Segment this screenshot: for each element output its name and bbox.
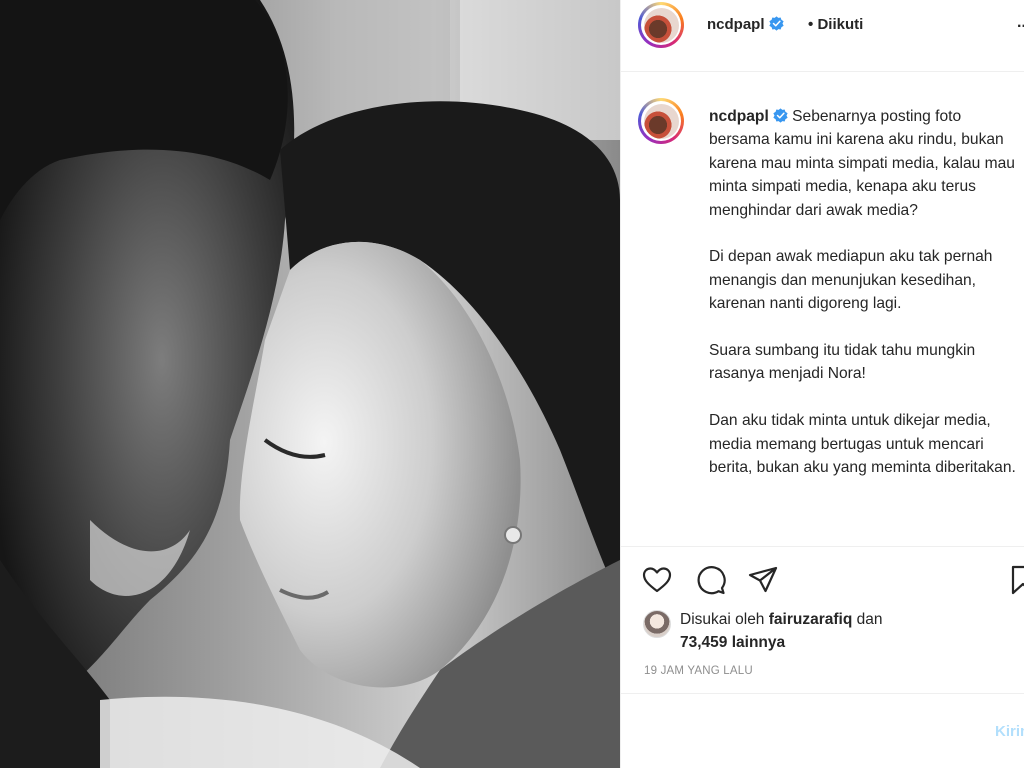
verified-icon	[768, 16, 784, 31]
share-icon[interactable]	[747, 564, 779, 596]
send-comment-button[interactable]: Kirim	[995, 723, 1024, 740]
caption-section: ncdpapl Sebenarnya posting foto bersama …	[621, 73, 1024, 547]
post-photo[interactable]	[0, 0, 620, 768]
post-caption: ncdpapl Sebenarnya posting foto bersama …	[709, 105, 1024, 503]
follow-label: Diikuti	[817, 16, 864, 33]
post-timestamp[interactable]: 19 JAM YANG LALU	[644, 665, 753, 677]
liker-avatar[interactable]	[643, 610, 671, 638]
header-username[interactable]: ncdpapl	[707, 16, 784, 33]
caption-username[interactable]: ncdpapl	[709, 108, 788, 125]
action-bar	[621, 548, 1024, 608]
post-header: ncdpapl • Diikuti ...	[621, 0, 1024, 72]
caption-paragraph-4: Dan aku tidak minta untuk dikejar media,…	[709, 412, 1016, 477]
caption-paragraph-1: ncdpapl Sebenarnya posting foto bersama …	[709, 108, 1015, 219]
divider	[621, 693, 1024, 694]
caption-paragraph-2: Di depan awak mediapun aku tak pernah me…	[709, 248, 993, 313]
post-side-panel: ncdpapl • Diikuti ... ncdpapl Sebenarnya…	[620, 0, 1024, 768]
more-options-icon[interactable]: ...	[1017, 14, 1024, 32]
follow-separator: •	[808, 16, 814, 33]
comment-icon[interactable]	[695, 564, 727, 596]
likes-text[interactable]: Disukai oleh fairuzarafiq dan 73,459 lain…	[680, 608, 1024, 654]
heart-icon[interactable]	[641, 564, 673, 596]
liker-username[interactable]: fairuzarafiq	[769, 611, 853, 628]
caption-avatar[interactable]	[638, 98, 684, 144]
likes-summary: Disukai oleh fairuzarafiq dan 73,459 lain…	[643, 608, 1023, 658]
verified-icon	[773, 108, 788, 123]
follow-status[interactable]: • Diikuti	[808, 16, 863, 33]
bookmark-icon[interactable]	[1007, 564, 1024, 596]
caption-paragraph-3: Suara sumbang itu tidak tahu mungkin ras…	[709, 342, 976, 383]
likes-count[interactable]: 73,459 lainnya	[680, 634, 785, 651]
user-avatar[interactable]	[638, 2, 684, 48]
